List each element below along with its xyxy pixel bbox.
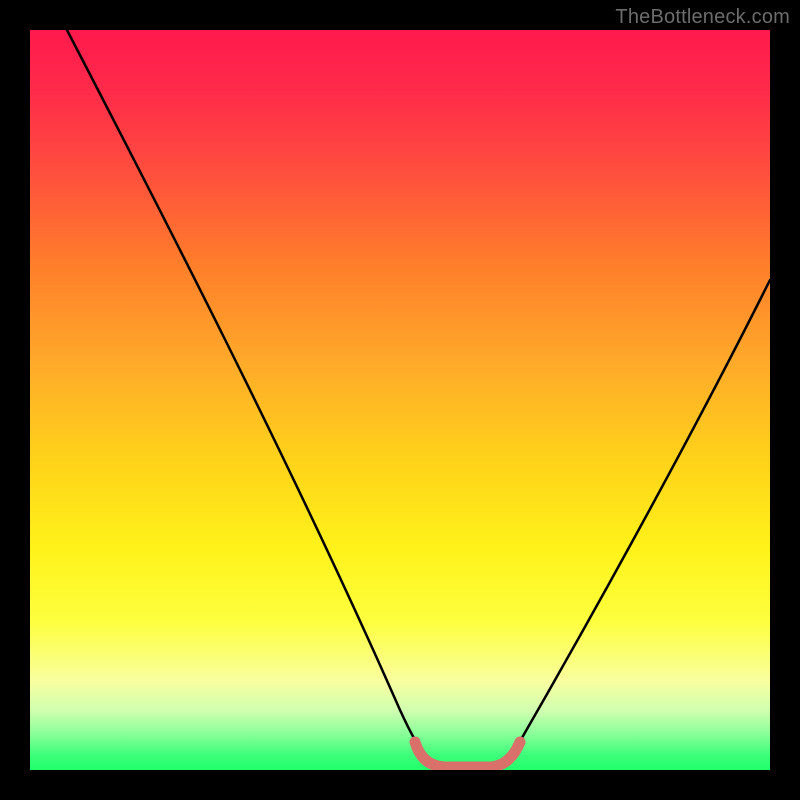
chart-frame: TheBottleneck.com (0, 0, 800, 800)
optimal-band-marker (415, 742, 520, 767)
plot-area (30, 30, 770, 770)
curve-svg (30, 30, 770, 770)
watermark-text: TheBottleneck.com (615, 6, 790, 29)
bottleneck-curve (67, 30, 770, 768)
